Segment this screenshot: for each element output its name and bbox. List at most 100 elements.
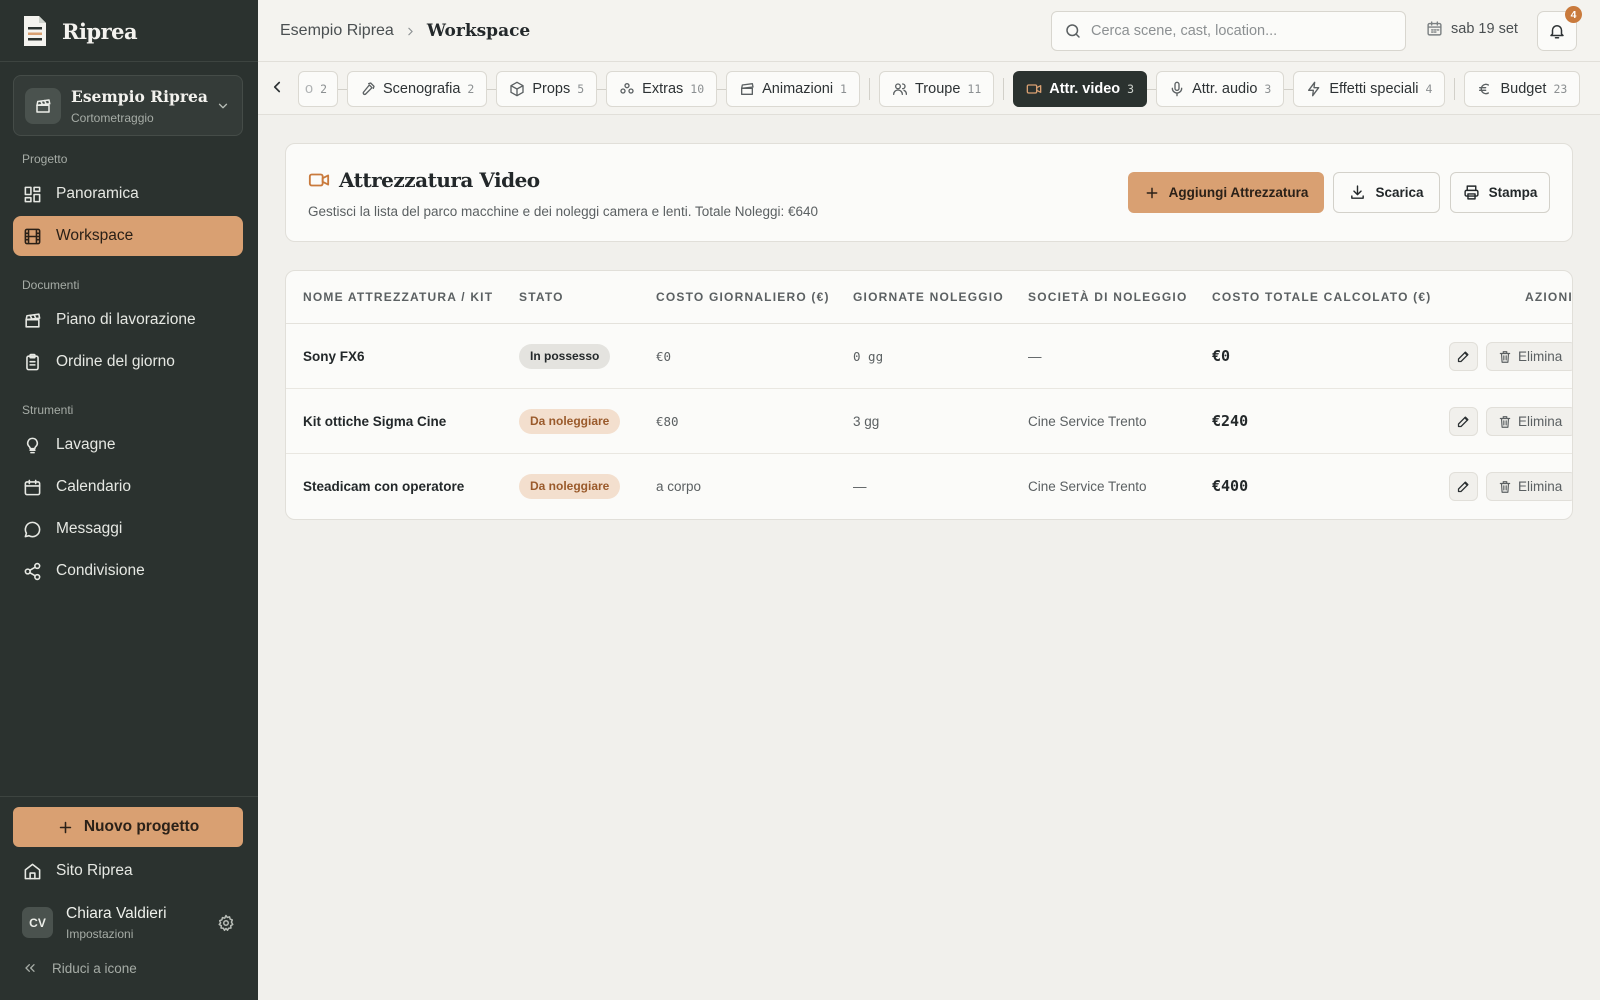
new-project-label: Nuovo progetto: [83, 818, 200, 835]
status-badge: Da noleggiare: [519, 408, 621, 434]
tab-count: 10: [690, 82, 705, 96]
microphone-icon: [1169, 81, 1185, 97]
tab-effetti-speciali[interactable]: Effetti speciali 4: [1293, 71, 1446, 107]
sidebar-item-lavagne[interactable]: Lavagne: [13, 425, 243, 465]
sidebar-item-calendario[interactable]: Calendario: [13, 467, 243, 507]
user-name[interactable]: Chiara Valdieri: [66, 905, 167, 923]
sidebar-item-panoramica[interactable]: Panoramica: [13, 174, 243, 214]
tab-attr-video[interactable]: Attr. video 3: [1013, 71, 1148, 107]
print-label: Stampa: [1488, 185, 1538, 200]
tab-budget[interactable]: Budget 23: [1464, 71, 1581, 107]
equipment-name: Sony FX6: [303, 348, 365, 364]
sidebar: Riprea Esempio Riprea Cortometraggio Pro…: [0, 0, 258, 1000]
delete-label: Elimina: [1518, 414, 1563, 429]
clapperboard-icon: [25, 88, 61, 124]
rental-days: 3 gg: [853, 413, 880, 429]
document-logo-icon: [22, 14, 48, 48]
tabs-track: o 2 Scenografia 2 Props 5 Extras 10 Anim…: [298, 71, 1581, 107]
download-button[interactable]: Scarica: [1333, 172, 1440, 213]
tab-props[interactable]: Props 5: [496, 71, 598, 107]
download-icon: [1349, 184, 1366, 201]
tab-count: 1: [840, 82, 847, 96]
tab-label: Troupe: [914, 81, 961, 97]
tab-scenografia[interactable]: Scenografia 2: [347, 71, 488, 107]
divider: [597, 88, 607, 90]
sidebar-item-label: Lavagne: [56, 436, 116, 453]
calendar-icon: [23, 478, 42, 497]
people-group-icon: [619, 81, 635, 97]
tab-label: o: [305, 81, 314, 97]
sidebar-item-ordine-del-giorno[interactable]: Ordine del giorno: [13, 342, 243, 382]
column-header-rental-days[interactable]: GIORNATE NOLEGGIO: [853, 290, 1004, 304]
delete-button[interactable]: Elimina: [1486, 407, 1572, 436]
divider: [487, 88, 497, 90]
tab-attr-audio[interactable]: Attr. audio 3: [1156, 71, 1285, 107]
search-input[interactable]: [1091, 23, 1391, 39]
euro-icon: [1477, 81, 1493, 97]
edit-button[interactable]: [1449, 472, 1478, 501]
tab-label: Effetti speciali: [1329, 81, 1419, 97]
total-cost: €400: [1212, 477, 1249, 495]
status-cell: In possesso: [519, 324, 611, 388]
sidebar-item-condivisione[interactable]: Condivisione: [13, 551, 243, 591]
sidebar-item-label: Messaggi: [56, 520, 123, 537]
add-equipment-button[interactable]: Aggiungi Attrezzatura: [1128, 172, 1324, 213]
total-cost: €0: [1212, 347, 1231, 365]
search-box[interactable]: [1051, 11, 1406, 51]
status-cell: Da noleggiare: [519, 389, 621, 453]
sidebar-item-sito-riprea[interactable]: Sito Riprea: [13, 851, 243, 891]
tab-hidden[interactable]: o 2: [298, 71, 339, 107]
status-badge: In possesso: [519, 343, 611, 369]
sidebar-item-workspace[interactable]: Workspace: [13, 216, 243, 256]
tab-label: Extras: [642, 81, 684, 97]
download-label: Scarica: [1375, 185, 1424, 200]
tab-label: Attr. audio: [1192, 81, 1258, 97]
tab-label: Budget: [1500, 81, 1547, 97]
sidebar-item-piano-di-lavorazione[interactable]: Piano di lavorazione: [13, 300, 243, 340]
delete-button[interactable]: Elimina: [1486, 472, 1572, 501]
print-button[interactable]: Stampa: [1450, 172, 1550, 213]
project-switcher[interactable]: Esempio Riprea Cortometraggio: [13, 75, 243, 136]
search-icon: [1064, 22, 1082, 40]
tab-animazioni[interactable]: Animazioni 1: [726, 71, 860, 107]
zap-icon: [1306, 81, 1322, 97]
edit-button[interactable]: [1449, 407, 1478, 436]
brand[interactable]: Riprea: [22, 14, 138, 48]
column-header-total-cost[interactable]: COSTO TOTALE CALCOLATO (€): [1212, 290, 1431, 304]
section-label-strumenti: Strumenti: [22, 403, 74, 417]
column-header-daily-cost[interactable]: COSTO GIORNALIERO (€): [656, 290, 830, 304]
calendar-icon: [1426, 20, 1443, 37]
tab-label: Animazioni: [762, 81, 834, 97]
divider: [0, 796, 258, 797]
tab-label: Props: [532, 81, 571, 97]
add-equipment-label: Aggiungi Attrezzatura: [1168, 185, 1309, 200]
hammer-icon: [360, 81, 376, 97]
chevron-left-icon[interactable]: [268, 78, 286, 96]
breadcrumb-parent[interactable]: Esempio Riprea: [280, 22, 394, 40]
divider: [338, 88, 348, 90]
pencil-icon: [1456, 349, 1471, 364]
tab-troupe[interactable]: Troupe 11: [878, 71, 995, 107]
sidebar-item-label: Condivisione: [56, 562, 145, 579]
rental-company: Cine Service Trento: [1028, 413, 1147, 429]
divider: [1284, 88, 1294, 90]
user-settings-link[interactable]: Impostazioni: [66, 927, 133, 941]
gear-icon[interactable]: [217, 914, 235, 932]
tab-extras[interactable]: Extras 10: [606, 71, 718, 107]
app-name: Riprea: [62, 18, 138, 44]
trash-icon: [1498, 415, 1512, 429]
tab-count: 11: [967, 82, 982, 96]
column-header-name[interactable]: NOME ATTREZZATURA / KIT: [303, 290, 493, 304]
daily-cost: a corpo: [656, 478, 702, 494]
avatar[interactable]: CV: [22, 907, 53, 938]
column-header-rental-company[interactable]: SOCIETÀ DI NOLEGGIO: [1028, 290, 1187, 304]
section-label-documenti: Documenti: [22, 278, 80, 292]
sidebar-item-messaggi[interactable]: Messaggi: [13, 509, 243, 549]
notifications-button[interactable]: 4: [1537, 6, 1582, 51]
edit-button[interactable]: [1449, 342, 1478, 371]
delete-button[interactable]: Elimina: [1486, 342, 1572, 371]
status-badge: Da noleggiare: [519, 473, 621, 499]
collapse-sidebar-button[interactable]: Riduci a icone: [22, 960, 137, 976]
new-project-button[interactable]: Nuovo progetto: [13, 807, 243, 847]
column-header-status[interactable]: STATO: [519, 290, 564, 304]
